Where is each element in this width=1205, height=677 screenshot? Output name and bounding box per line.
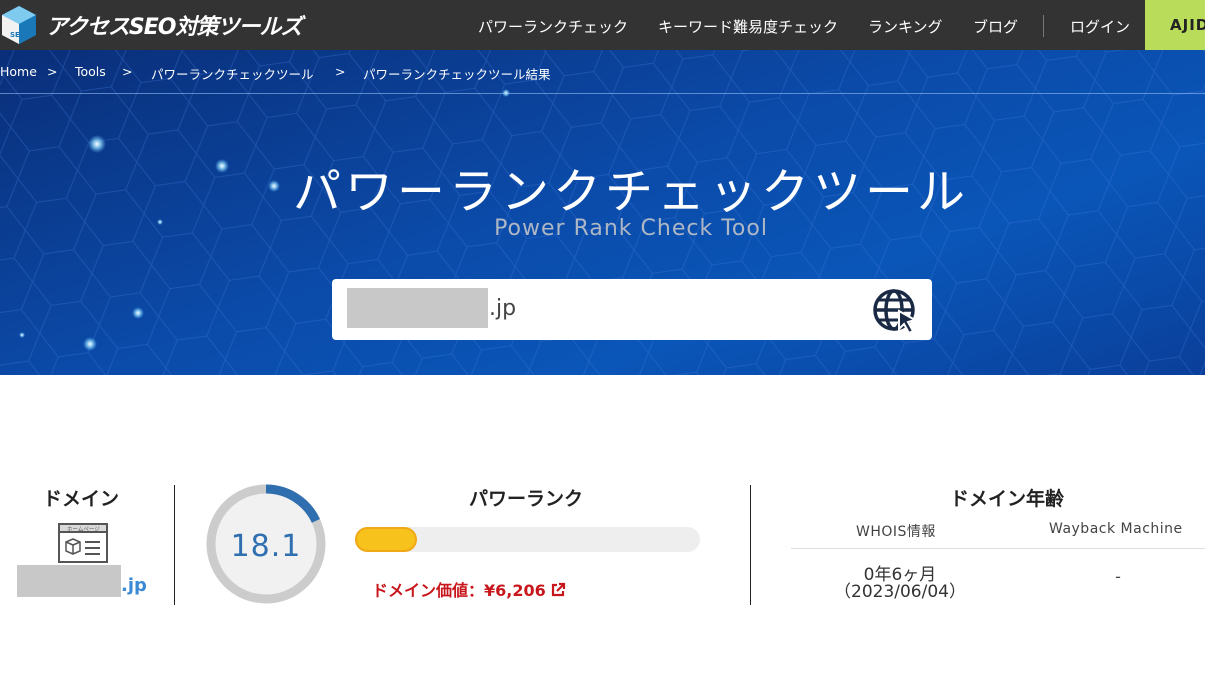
homepage-icon: ホームページ [58,523,108,563]
search-submit-button[interactable] [872,287,920,335]
search-domain-suffix: .jp [489,296,517,321]
age-table-divider [791,548,1205,549]
nav-keyword-difficulty[interactable]: キーワード難易度チェック [658,16,838,37]
power-rank-bar-fill [355,527,418,552]
breadcrumb-separator: > [47,64,58,79]
breadcrumb-separator: > [335,64,346,79]
ajid-button[interactable]: AJID [1145,0,1205,50]
page-title: パワーランクチェックツール [292,164,969,220]
nav-divider [1043,15,1044,37]
power-rank-score: 18.1 [230,529,302,564]
column-divider [750,485,751,605]
logo-badge-text: SEO [10,31,26,39]
whois-date-value: （2023/06/04） [834,582,966,602]
nav-blog[interactable]: ブログ [973,16,1018,37]
nav-login[interactable]: ログイン [1070,16,1130,37]
domain-column-title: ドメイン [43,488,120,510]
result-panel: ドメイン ホームページ .jp 18.1 パワーランク ドメイン価値：¥6,20… [0,375,1205,677]
hero-banner: Home > Tools > パワーランクチェックツール > パワーランクチェッ… [0,50,1205,375]
wayback-age-value: - [1115,567,1121,586]
globe-cursor-icon [873,289,918,335]
breadcrumb-power-rank-tool[interactable]: パワーランクチェックツール [151,64,314,83]
nav-power-rank-check[interactable]: パワーランクチェック [478,16,628,37]
page-subtitle: Power Rank Check Tool [494,216,768,241]
breadcrumb-home[interactable]: Home [0,64,37,79]
logo-text: アクセスSEO対策ツールズ [46,15,302,40]
domain-value-link[interactable]: ドメイン価値：¥6,206 [372,577,566,601]
breadcrumb-underline [0,93,1205,94]
external-link-icon [551,582,565,597]
domain-search-input[interactable]: .jp [332,279,932,340]
top-navigation-bar: SEO アクセスSEO対策ツールズ パワーランクチェック キーワード難易度チェッ… [0,0,1205,50]
column-divider [174,485,175,605]
redacted-domain [17,565,121,597]
homepage-icon-caption: ホームページ [67,526,100,533]
domain-link-suffix[interactable]: .jp [121,575,147,596]
whois-column-header: WHOIS情報 [856,524,936,540]
power-rank-title: パワーランク [469,488,584,510]
breadcrumb-separator: > [122,64,133,79]
nav-ranking[interactable]: ランキング [868,16,943,37]
domain-age-title: ドメイン年齢 [950,488,1065,510]
redacted-domain [347,288,488,328]
wayback-column-header: Wayback Machine [1049,521,1183,537]
logo-cube-icon: SEO [2,6,36,44]
breadcrumb-current: パワーランクチェックツール結果 [363,67,551,82]
breadcrumb-tools[interactable]: Tools [75,64,106,79]
domain-value-text: ドメイン価値：¥6,206 [372,581,546,600]
site-logo[interactable]: SEO アクセスSEO対策ツールズ [0,4,302,46]
